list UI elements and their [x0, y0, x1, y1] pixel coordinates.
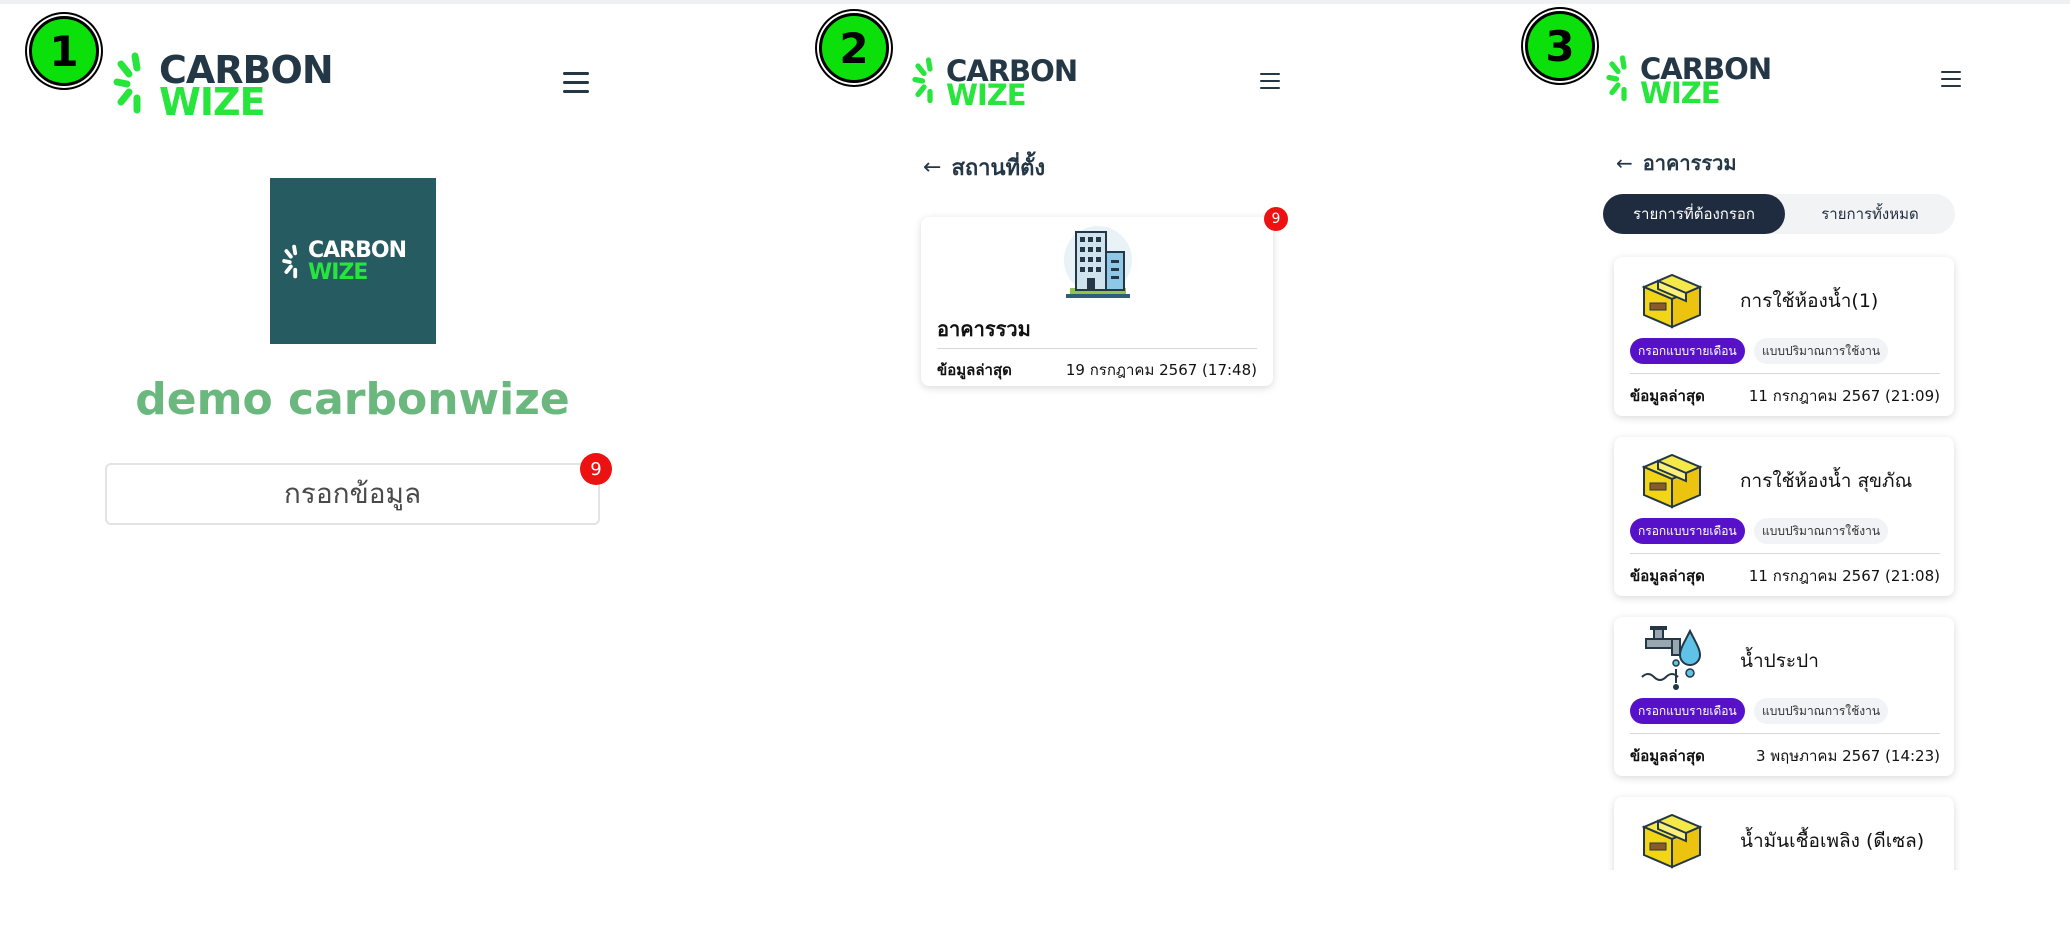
carbonwize-logo-2[interactable]: CARBON WIZE	[912, 54, 1082, 112]
top-border	[0, 0, 2070, 4]
menu-icon[interactable]	[563, 72, 589, 93]
back-nav-3[interactable]: ← อาคารรวม	[1616, 147, 1737, 179]
org-logo-text-wize: WIZE	[308, 260, 368, 285]
carbonwize-logo-3[interactable]: CARBON WIZE	[1606, 52, 1776, 110]
usage-tag: แบบปริมาณการใช้งาน	[1754, 338, 1889, 364]
card-divider	[1630, 373, 1940, 374]
latest-label: ข้อมูลล่าสุด	[1630, 747, 1705, 765]
location-name: อาคารรวม	[937, 317, 1031, 341]
page-title-3: อาคารรวม	[1642, 151, 1737, 175]
pending-count-badge: 9	[580, 453, 612, 485]
logo-text-wize: WIZE	[159, 80, 266, 124]
menu-icon-3[interactable]	[1941, 71, 1961, 87]
org-logo-burst-icon	[282, 244, 298, 279]
organization-name: demo carbonwize	[135, 374, 570, 425]
list-item[interactable]: น้ำประปา กรอกแบบรายเดือน แบบปริมาณการใช้…	[1614, 617, 1954, 776]
item-title: การใช้ห้องน้ำ สุขภัณ	[1740, 470, 1913, 492]
latest-label: ข้อมูลล่าสุด	[1630, 387, 1705, 405]
logo-burst-icon	[113, 52, 141, 114]
usage-tag: แบบปริมาณการใช้งาน	[1754, 518, 1889, 544]
fill-data-button[interactable]: กรอกข้อมูล	[105, 463, 600, 525]
monthly-tag: กรอกแบบรายเดือน	[1630, 698, 1745, 724]
usage-tag: แบบปริมาณการใช้งาน	[1754, 698, 1889, 724]
tab-switcher: รายการที่ต้องกรอก รายการทั้งหมด	[1603, 194, 1955, 234]
latest-value: 11 กรกฎาคม 2567 (21:09)	[1748, 387, 1940, 405]
item-title: การใช้ห้องน้ำ(1)	[1740, 290, 1879, 312]
card-divider	[937, 348, 1257, 349]
latest-value: 11 กรกฎาคม 2567 (21:08)	[1748, 567, 1940, 585]
step-marker-2: 2	[819, 13, 889, 83]
box-icon	[1641, 453, 1703, 509]
logo-text-wize: WIZE	[946, 78, 1027, 112]
list-item[interactable]: การใช้ห้องน้ำ(1) กรอกแบบรายเดือน แบบปริม…	[1614, 257, 1954, 416]
card-divider	[1630, 733, 1940, 734]
list-item[interactable]: น้ำมันเชื้อเพลิง (ดีเซล)	[1614, 797, 1954, 870]
back-nav[interactable]: ← สถานที่ตั้ง	[923, 150, 1045, 185]
tab-all-items[interactable]: รายการทั้งหมด	[1785, 194, 1955, 234]
tab-required-items[interactable]: รายการที่ต้องกรอก	[1603, 194, 1785, 234]
latest-value: 19 กรกฎาคม 2567 (17:48)	[1065, 361, 1257, 379]
logo-burst-icon	[912, 57, 933, 104]
menu-icon-2[interactable]	[1260, 73, 1280, 89]
water-tap-icon	[1641, 626, 1702, 690]
back-arrow-icon[interactable]: ←	[1616, 151, 1633, 175]
box-icon	[1641, 273, 1703, 329]
monthly-tag: กรอกแบบรายเดือน	[1630, 338, 1745, 364]
list-item[interactable]: การใช้ห้องน้ำ สุขภัณ กรอกแบบรายเดือน แบบ…	[1614, 437, 1954, 596]
item-title: น้ำประปา	[1740, 650, 1819, 672]
page-title: สถานที่ตั้ง	[951, 156, 1046, 181]
latest-label: ข้อมูลล่าสุด	[1630, 567, 1705, 585]
step-marker-3: 3	[1525, 11, 1595, 81]
latest-value: 3 พฤษภาคม 2567 (14:23)	[1755, 747, 1940, 765]
item-title: น้ำมันเชื้อเพลิง (ดีเซล)	[1740, 830, 1925, 852]
location-pending-badge: 9	[1264, 207, 1288, 231]
monthly-tag: กรอกแบบรายเดือน	[1630, 518, 1745, 544]
carbonwize-logo[interactable]: CARBON WIZE	[113, 48, 334, 124]
back-arrow-icon[interactable]: ←	[923, 155, 941, 180]
latest-label: ข้อมูลล่าสุด	[937, 361, 1012, 379]
step-marker-1: 1	[29, 16, 99, 86]
box-icon	[1641, 813, 1703, 869]
card-divider	[1630, 553, 1940, 554]
location-card[interactable]: อาคารรวม ข้อมูลล่าสุด 19 กรกฎาคม 2567 (1…	[921, 217, 1273, 386]
logo-text-wize: WIZE	[1640, 76, 1721, 110]
logo-burst-icon	[1606, 55, 1627, 102]
building-icon	[1064, 226, 1132, 298]
organization-logo: CARBON WIZE	[270, 178, 436, 344]
list-item-clip: น้ำมันเชื้อเพลิง (ดีเซล)	[1608, 790, 1960, 870]
